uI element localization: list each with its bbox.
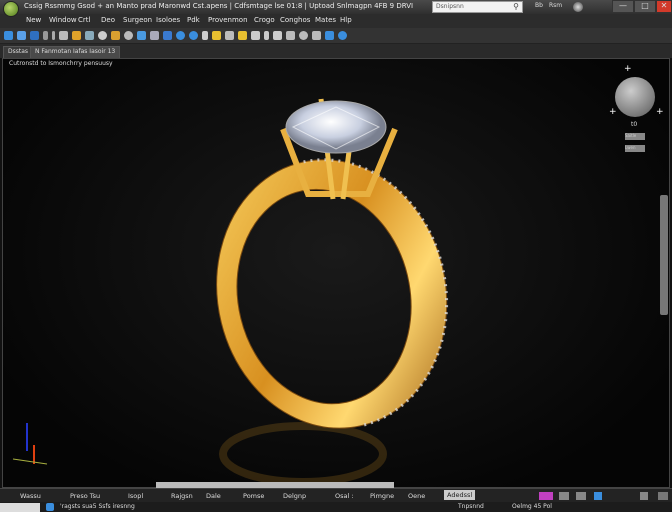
menu-ctrl[interactable]: Crtl [78,16,90,24]
status-item[interactable]: Preso Tsu [70,492,100,500]
open-icon[interactable] [17,31,26,40]
status-item[interactable]: Pomse [243,492,264,500]
curve-icon[interactable] [264,31,269,40]
diamond [285,100,387,154]
menu-conghos[interactable]: Conghos [280,16,310,24]
status-bar: Wassu Preso Tsu Isopl Rajgsn Dale Pomse … [0,488,672,502]
panel-icon[interactable] [658,492,668,500]
status-item[interactable]: Oene [408,492,425,500]
gumball-button-2[interactable]: Lwen [625,145,645,152]
save-icon[interactable] [30,31,39,40]
properties-icon[interactable] [325,31,334,40]
tab-model[interactable]: N Fanmotan Iafas Iasoir 13 [30,46,121,58]
status-active-item[interactable]: Adedssl [444,490,476,500]
app-logo [3,1,19,17]
transform-icon[interactable] [312,31,321,40]
point-icon[interactable] [202,31,208,40]
copy-icon[interactable] [72,31,81,40]
search-input[interactable]: Dsnipsnn ⚲ [432,1,523,13]
maximize-button[interactable]: □ [634,0,656,13]
print-icon[interactable] [43,31,48,40]
material-icon[interactable] [238,31,247,40]
command-bar: 'ragsts sua5 Ssfs iresnng Tnpsnnd Oelmg … [0,502,672,512]
grid-icon[interactable] [286,31,295,40]
layout-icon[interactable] [640,492,648,500]
render-icon[interactable] [189,31,198,40]
menu-isoloes[interactable]: Isoloes [156,16,180,24]
menu-pdk[interactable]: Pdk [187,16,200,24]
status-item[interactable]: Dale [206,492,221,500]
undo-icon[interactable] [98,31,107,40]
menu-provenmon[interactable]: Provenmon [208,16,248,24]
layer-icon[interactable] [212,31,221,40]
pan-icon[interactable] [124,31,133,40]
status-item[interactable]: Pimgne [370,492,394,500]
separator-icon [52,31,55,40]
menu-window[interactable]: Window [49,16,77,24]
bottom-label-2: Oelmg 45 Pol [512,503,552,510]
new-file-icon[interactable] [4,31,13,40]
toolbar-extra-2[interactable]: Rsm [549,2,562,9]
status-item[interactable]: Wassu [20,492,41,500]
menu-surgeon[interactable]: Surgeon [123,16,152,24]
list-icon[interactable] [251,31,260,40]
window-title: Cssig Rssmmg Gsod + an Manto prad Maronw… [24,2,414,10]
close-button[interactable]: ✕ [656,0,672,13]
menu-crogo[interactable]: Crogo [254,16,275,24]
menu-new[interactable]: New [26,16,41,24]
command-icon [46,503,54,511]
align-icon[interactable] [225,31,234,40]
redo-icon[interactable] [111,31,120,40]
plus-icon[interactable]: + [656,107,664,117]
plus-icon[interactable]: + [609,107,617,117]
menu-bar: New Window Crtl Deo Surgeon Isoloes Pdk … [0,14,672,28]
status-item[interactable]: Osal : [335,492,354,500]
vertical-scrollbar[interactable] [660,195,668,315]
dimension-icon[interactable] [273,31,282,40]
snap-icon[interactable] [299,31,308,40]
view-icon[interactable] [163,31,172,40]
toolbar [0,28,672,44]
search-placeholder: Dsnipsnn [436,3,464,10]
gumball-label: t0 [631,121,638,128]
minimize-button[interactable]: — [612,0,634,13]
ring-model[interactable] [3,59,671,489]
search-icon[interactable]: ⚲ [513,2,519,11]
bottom-label-1: Tnpsnnd [458,503,484,510]
globe-icon[interactable] [176,31,185,40]
grid-toggle-icon[interactable] [559,492,569,500]
command-text[interactable]: 'ragsts sua5 Ssfs iresnng [60,503,135,510]
navigation-orb[interactable] [615,77,655,117]
settings-icon[interactable] [338,31,347,40]
status-item[interactable]: Delgnp [283,492,306,500]
help-orb-icon[interactable] [573,2,583,12]
ortho-toggle-icon[interactable] [576,492,586,500]
rotate-icon[interactable] [150,31,159,40]
tab-bar: Dsstas N Fanmotan Iafas Iasoir 13 [0,44,672,58]
axis-gizmo [12,423,48,465]
menu-deo[interactable]: Deo [101,16,115,24]
tab-details[interactable]: Dsstas [3,46,34,58]
menu-help[interactable]: Hlp [340,16,352,24]
status-item[interactable]: Isopl [128,492,143,500]
snap-toggle-icon[interactable] [594,492,602,500]
plus-icon[interactable]: + [624,64,632,74]
gumball-button-1[interactable]: Saitle [625,133,645,140]
status-item[interactable]: Rajgsn [171,492,193,500]
toolbar-extra-1[interactable]: Bb [535,2,543,9]
cut-icon[interactable] [59,31,68,40]
zoom-icon[interactable] [137,31,146,40]
3d-viewport[interactable]: Cutronstd to Ismonchrry pensuusy + + + t… [2,58,670,488]
menu-mates[interactable]: Mates [315,16,336,24]
thumbnail [0,503,40,512]
color-icon[interactable] [539,492,553,500]
title-bar: Cssig Rssmmg Gsod + an Manto prad Maronw… [0,0,672,14]
paste-icon[interactable] [85,31,94,40]
ring-reflection [219,422,387,486]
